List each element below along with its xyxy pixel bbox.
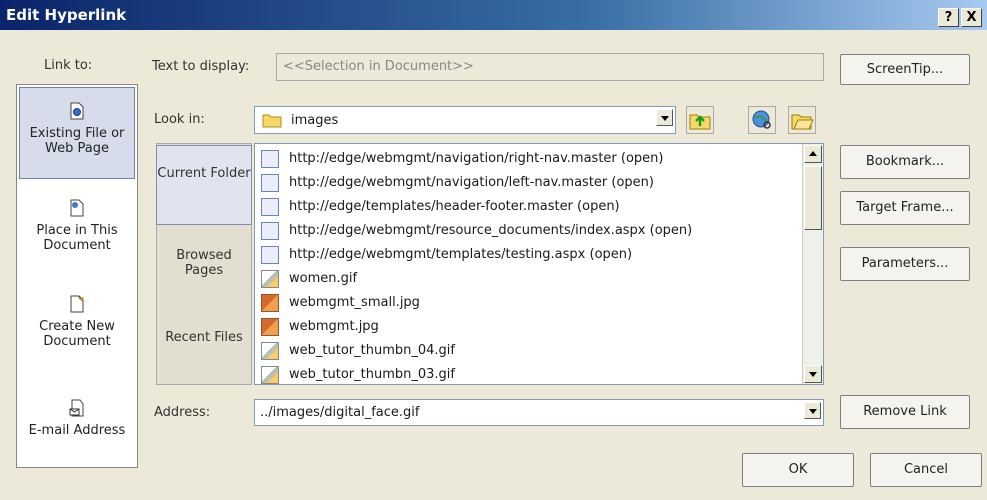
folder-icon: [262, 114, 282, 128]
list-item[interactable]: webmgmt.jpg: [261, 315, 379, 338]
browse-web-button[interactable]: [748, 106, 776, 134]
link-to-bar: Existing File or Web Page Place in This …: [16, 84, 138, 468]
edit-hyperlink-dialog: Edit Hyperlink ? X Link to: Existing Fil…: [0, 0, 987, 500]
link-create-new-document[interactable]: Create New Document: [19, 281, 135, 373]
cancel-button[interactable]: Cancel: [870, 453, 982, 487]
scroll-down-button[interactable]: [804, 365, 822, 383]
bookmark-button[interactable]: Bookmark...: [840, 145, 970, 179]
list-item[interactable]: http://edge/webmgmt/navigation/right-nav…: [261, 147, 663, 170]
address-dropdown-arrow[interactable]: [804, 402, 821, 419]
up-one-folder-button[interactable]: [686, 106, 714, 134]
list-item-label: http://edge/webmgmt/templates/testing.as…: [289, 247, 633, 262]
list-item-label: http://edge/webmgmt/resource_documents/i…: [289, 223, 693, 238]
tab-browsed-pages[interactable]: Browsed Pages: [156, 248, 252, 278]
link-email-address[interactable]: E-mail Address: [19, 385, 135, 477]
address-value: ../images/digital_face.gif: [260, 405, 420, 420]
help-button[interactable]: ?: [938, 8, 959, 27]
list-item[interactable]: web_tutor_thumbn_04.gif: [261, 339, 455, 362]
list-item[interactable]: women.gif: [261, 267, 357, 290]
look-in-dropdown-arrow[interactable]: [656, 109, 673, 126]
tab-recent-files[interactable]: Recent Files: [156, 330, 252, 345]
list-item-label: women.gif: [289, 271, 358, 286]
parameters-button[interactable]: Parameters...: [840, 247, 970, 281]
browse-file-button[interactable]: [788, 106, 816, 134]
tab-recent-files-label: Recent Files: [165, 330, 243, 345]
arrow-down-icon: [809, 372, 817, 377]
list-item[interactable]: http://edge/webmgmt/navigation/left-nav.…: [261, 171, 654, 194]
scroll-up-button[interactable]: [804, 145, 822, 163]
link-email-address-label: E-mail Address: [28, 423, 126, 438]
email-address-icon: [69, 399, 84, 417]
screentip-button[interactable]: ScreenTip...: [840, 54, 970, 85]
open-folder-icon: [791, 114, 814, 130]
text-to-display-field[interactable]: <<Selection in Document>>: [276, 53, 824, 81]
list-item-label: http://edge/templates/header-footer.mast…: [289, 199, 620, 214]
link-to-label: Link to:: [44, 58, 93, 73]
list-item-label: web_tutor_thumbn_03.gif: [289, 367, 455, 382]
list-item-label: webmgmt.jpg: [289, 319, 379, 334]
jpg-image-icon: [261, 293, 279, 312]
list-item-label: webmgmt_small.jpg: [289, 295, 420, 310]
address-label: Address:: [154, 405, 211, 420]
list-item[interactable]: http://edge/webmgmt/templates/testing.as…: [261, 243, 632, 266]
link-create-new-document-label: Create New Document: [39, 319, 115, 349]
list-item[interactable]: http://edge/webmgmt/resource_documents/i…: [261, 219, 692, 242]
close-button[interactable]: X: [961, 8, 982, 27]
title-bar: Edit Hyperlink ? X: [0, 0, 987, 30]
jpg-image-icon: [261, 317, 279, 336]
page-icon: [261, 173, 279, 192]
list-item-label: http://edge/webmgmt/navigation/left-nav.…: [289, 175, 654, 190]
ok-button[interactable]: OK: [742, 453, 854, 487]
text-to-display-label: Text to display:: [152, 59, 250, 74]
tab-browsed-pages-label: Browsed Pages: [176, 248, 232, 278]
place-in-document-icon: [70, 199, 84, 217]
text-to-display-value: <<Selection in Document>>: [283, 59, 474, 74]
scroll-thumb[interactable]: [804, 166, 822, 230]
list-item[interactable]: web_tutor_thumbn_03.gif: [261, 363, 455, 384]
gif-image-icon: [261, 269, 279, 288]
file-list[interactable]: http://edge/webmgmt/navigation/right-nav…: [254, 143, 824, 385]
tab-current-folder[interactable]: Current Folder: [156, 145, 252, 225]
dialog-title: Edit Hyperlink: [6, 6, 127, 24]
list-item[interactable]: http://edge/templates/header-footer.mast…: [261, 195, 620, 218]
link-existing-file-label: Existing File or Web Page: [29, 126, 125, 156]
look-in-value: images: [291, 113, 339, 128]
file-list-scrollbar[interactable]: [802, 144, 823, 384]
arrow-up-icon: [809, 151, 817, 156]
link-place-in-document[interactable]: Place in This Document: [19, 185, 135, 277]
up-folder-icon: [689, 114, 711, 130]
look-in-label: Look in:: [154, 112, 205, 127]
browse-web-icon: [752, 110, 771, 129]
list-item-label: http://edge/webmgmt/navigation/right-nav…: [289, 151, 664, 166]
existing-file-icon: [70, 102, 84, 120]
new-document-icon: [70, 295, 85, 313]
gif-image-icon: [261, 365, 279, 384]
list-item[interactable]: webmgmt_small.jpg: [261, 291, 420, 314]
link-existing-file[interactable]: Existing File or Web Page: [19, 87, 135, 179]
page-icon: [261, 149, 279, 168]
link-place-in-document-label: Place in This Document: [36, 223, 118, 253]
tab-current-folder-label: Current Folder: [157, 166, 251, 181]
look-in-dropdown[interactable]: images: [254, 106, 676, 134]
page-icon: [261, 245, 279, 264]
address-field[interactable]: ../images/digital_face.gif: [254, 399, 824, 426]
gif-image-icon: [261, 341, 279, 360]
target-frame-button[interactable]: Target Frame...: [840, 191, 970, 225]
list-item-label: web_tutor_thumbn_04.gif: [289, 343, 455, 358]
page-icon: [261, 197, 279, 216]
remove-link-button[interactable]: Remove Link: [840, 395, 970, 429]
page-icon: [261, 221, 279, 240]
